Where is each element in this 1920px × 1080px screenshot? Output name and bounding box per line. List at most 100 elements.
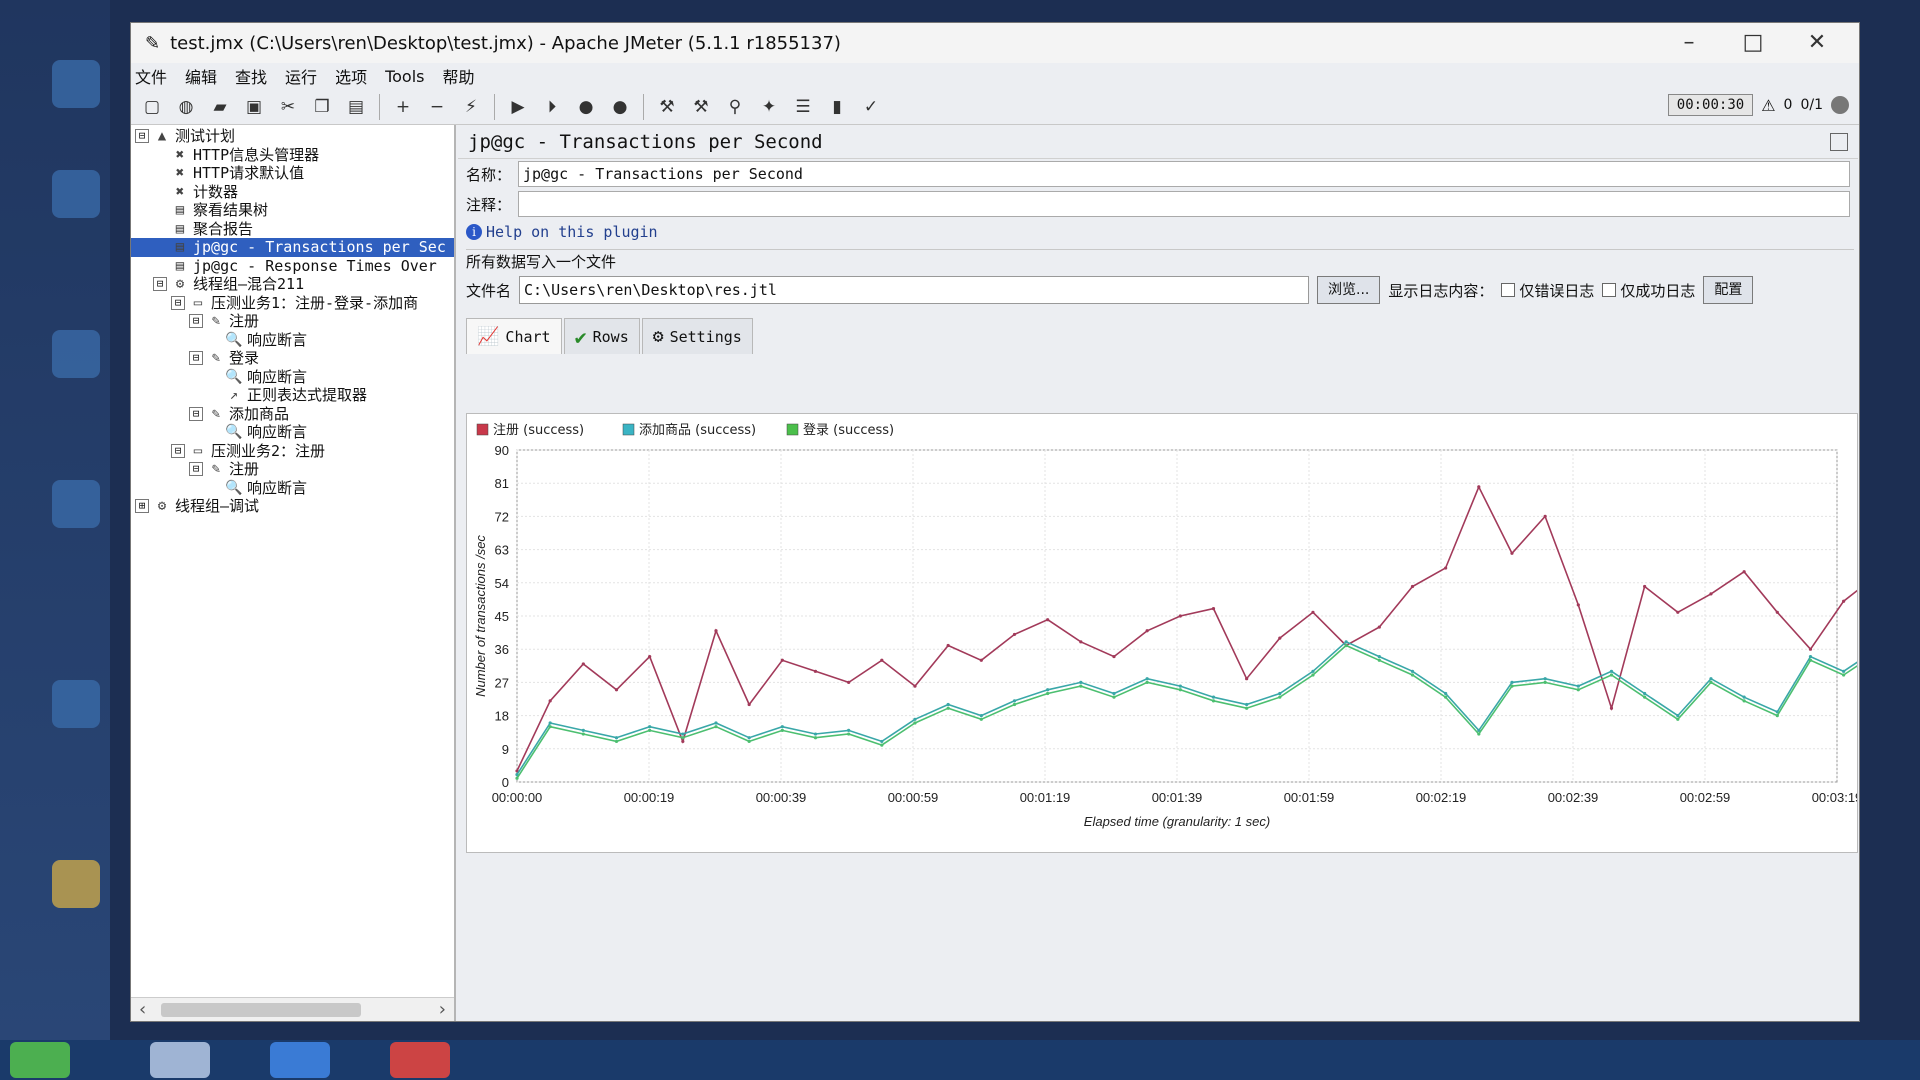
close-button[interactable]: ✕ xyxy=(1785,27,1849,59)
checkbox-box[interactable] xyxy=(1602,283,1617,297)
tree-node[interactable]: ▤ 察看结果树 xyxy=(131,201,454,220)
tree-node[interactable]: ▤ 聚合报告 xyxy=(131,220,454,239)
expander-icon[interactable]: ⊟ xyxy=(153,277,167,292)
x-tick-label: 00:00:39 xyxy=(756,790,807,805)
name-field[interactable]: jp@gc - Transactions per Second xyxy=(518,161,1850,187)
expander-icon[interactable]: ⊟ xyxy=(171,443,185,458)
scroll-left-icon[interactable]: ‹ xyxy=(139,999,146,1020)
toolbar: ▢ ◍ ▰ ▣ ✂ ❐ ▤ + − ⚡ ▶ ⏵ ● ● ⚒ ⚒ ⚲ ✦ ☰ ▮ … xyxy=(131,89,1859,125)
tree-node-label: 压测业务1：注册-登录-添加商 xyxy=(211,293,419,312)
maximize-panel-icon[interactable] xyxy=(1830,133,1848,151)
success-only-checkbox[interactable]: 仅成功日志 xyxy=(1602,280,1695,301)
filename-field[interactable]: C:\Users\ren\Desktop\res.jtl xyxy=(519,276,1310,304)
new-icon[interactable]: ▢ xyxy=(139,94,165,120)
tree-node[interactable]: 🔍 响应断言 xyxy=(131,368,454,387)
menu-search[interactable]: 查找 xyxy=(235,64,267,88)
tree-node[interactable]: ⊟ ✎ 注册 xyxy=(131,460,454,479)
scroll-thumb[interactable] xyxy=(161,1003,361,1017)
expander-icon[interactable]: ⊟ xyxy=(189,462,203,477)
expander-icon[interactable]: ⊟ xyxy=(171,295,185,310)
data-point xyxy=(747,739,751,744)
start-icon[interactable]: ▶ xyxy=(505,94,531,120)
expander-icon[interactable]: ⊟ xyxy=(135,129,149,144)
errors-only-checkbox[interactable]: 仅错误日志 xyxy=(1501,280,1594,301)
expander-icon[interactable]: ⊟ xyxy=(189,406,203,421)
expander-icon[interactable]: ⊟ xyxy=(189,314,203,329)
stop-icon[interactable]: ● xyxy=(573,94,599,120)
taskbar-app-icon[interactable] xyxy=(270,1042,330,1078)
tab-settings[interactable]: ⚙ Settings xyxy=(641,318,753,354)
taskbar-app-icon[interactable] xyxy=(150,1042,210,1078)
tree-node[interactable]: ⊟ ▭ 压测业务2：注册 xyxy=(131,442,454,461)
scroll-right-icon[interactable]: › xyxy=(439,999,446,1020)
tree-node[interactable]: ✖ HTTP信息头管理器 xyxy=(131,146,454,165)
expander-icon[interactable]: ⊟ xyxy=(189,351,203,366)
shutdown-icon[interactable]: ● xyxy=(607,94,633,120)
tree-node[interactable]: ▤ jp@gc - Response Times Over xyxy=(131,257,454,276)
menu-help[interactable]: 帮助 xyxy=(443,64,475,88)
reset-search-icon[interactable]: ✦ xyxy=(756,94,782,120)
help-book-icon[interactable]: ▮ xyxy=(824,94,850,120)
tree-node[interactable]: ✖ 计数器 xyxy=(131,183,454,202)
tree-node[interactable]: ▤ jp@gc - Transactions per Sec xyxy=(131,238,454,257)
open-icon[interactable]: ▰ xyxy=(207,94,233,120)
tree-node[interactable]: ⊞ ⚙ 线程组—调试 xyxy=(131,497,454,516)
y-tick-label: 18 xyxy=(495,709,509,724)
tree-node[interactable]: ⊟ ⚙ 线程组—混合211 xyxy=(131,275,454,294)
templates-icon[interactable]: ◍ xyxy=(173,94,199,120)
menu-file[interactable]: 文件 xyxy=(135,64,167,88)
desktop-shortcut-icon[interactable] xyxy=(52,170,100,218)
desktop-shortcut-icon[interactable] xyxy=(52,60,100,108)
taskbar-app-icon[interactable] xyxy=(390,1042,450,1078)
menu-options[interactable]: 选项 xyxy=(335,64,367,88)
tree-node[interactable]: 🔍 响应断言 xyxy=(131,423,454,442)
data-point xyxy=(581,728,585,732)
function-helper-icon[interactable]: ☰ xyxy=(790,94,816,120)
help-link[interactable]: Help on this plugin xyxy=(486,223,658,241)
tree-node[interactable]: ✖ HTTP请求默认值 xyxy=(131,164,454,183)
expander-icon[interactable]: ⊞ xyxy=(135,499,149,514)
tree-node[interactable]: ⊟ ▲ 测试计划 xyxy=(131,127,454,146)
desktop-folder-icon[interactable] xyxy=(52,860,100,908)
clear-all-icon[interactable]: ⚒ xyxy=(688,94,714,120)
toggle-icon[interactable]: ⚡ xyxy=(458,94,484,120)
expand-icon[interactable]: + xyxy=(390,94,416,120)
desktop-shortcut-icon[interactable] xyxy=(52,330,100,378)
comment-field[interactable] xyxy=(518,191,1850,217)
paste-icon[interactable]: ▤ xyxy=(343,94,369,120)
menu-edit[interactable]: 编辑 xyxy=(185,64,217,88)
tree-horizontal-scrollbar[interactable]: ‹ › xyxy=(131,997,454,1021)
tree-node-icon: ▭ xyxy=(193,442,203,459)
taskbar-app-icon[interactable] xyxy=(10,1042,70,1078)
tree-node[interactable]: ⊟ ▭ 压测业务1：注册-登录-添加商 xyxy=(131,294,454,313)
search-icon[interactable]: ⚲ xyxy=(722,94,748,120)
save-icon[interactable]: ▣ xyxy=(241,94,267,120)
tree-node[interactable]: ⊟ ✎ 注册 xyxy=(131,312,454,331)
plugins-icon[interactable]: ✓ xyxy=(858,94,884,120)
start-no-pause-icon[interactable]: ⏵ xyxy=(539,94,565,120)
browse-button[interactable]: 浏览... xyxy=(1317,276,1381,304)
clear-icon[interactable]: ⚒ xyxy=(654,94,680,120)
configure-button[interactable]: 配置 xyxy=(1703,276,1754,304)
checkbox-box[interactable] xyxy=(1501,283,1516,297)
warning-icon[interactable]: ⚠ xyxy=(1761,96,1775,115)
menu-run[interactable]: 运行 xyxy=(285,64,317,88)
tab-chart[interactable]: 📈 Chart xyxy=(466,318,562,354)
tree-node[interactable]: 🔍 响应断言 xyxy=(131,479,454,498)
collapse-icon[interactable]: − xyxy=(424,94,450,120)
menu-tools[interactable]: Tools xyxy=(385,67,424,86)
cut-icon[interactable]: ✂ xyxy=(275,94,301,120)
maximize-button[interactable]: □ xyxy=(1721,27,1785,59)
thread-count: 0/1 xyxy=(1800,97,1823,113)
desktop-shortcut-icon[interactable] xyxy=(52,480,100,528)
tab-rows[interactable]: ✔ Rows xyxy=(563,318,640,354)
tree-node[interactable]: 🔍 响应断言 xyxy=(131,331,454,350)
tree-node[interactable]: ⊟ ✎ 登录 xyxy=(131,349,454,368)
tree-node[interactable]: ↗ 正则表达式提取器 xyxy=(131,386,454,405)
desktop-shortcut-icon[interactable] xyxy=(52,680,100,728)
copy-icon[interactable]: ❐ xyxy=(309,94,335,120)
data-point xyxy=(1377,654,1381,659)
file-row: 文件名 C:\Users\ren\Desktop\res.jtl 浏览... 显… xyxy=(466,274,1854,306)
tree-node[interactable]: ⊟ ✎ 添加商品 xyxy=(131,405,454,424)
minimize-button[interactable]: – xyxy=(1657,27,1721,59)
